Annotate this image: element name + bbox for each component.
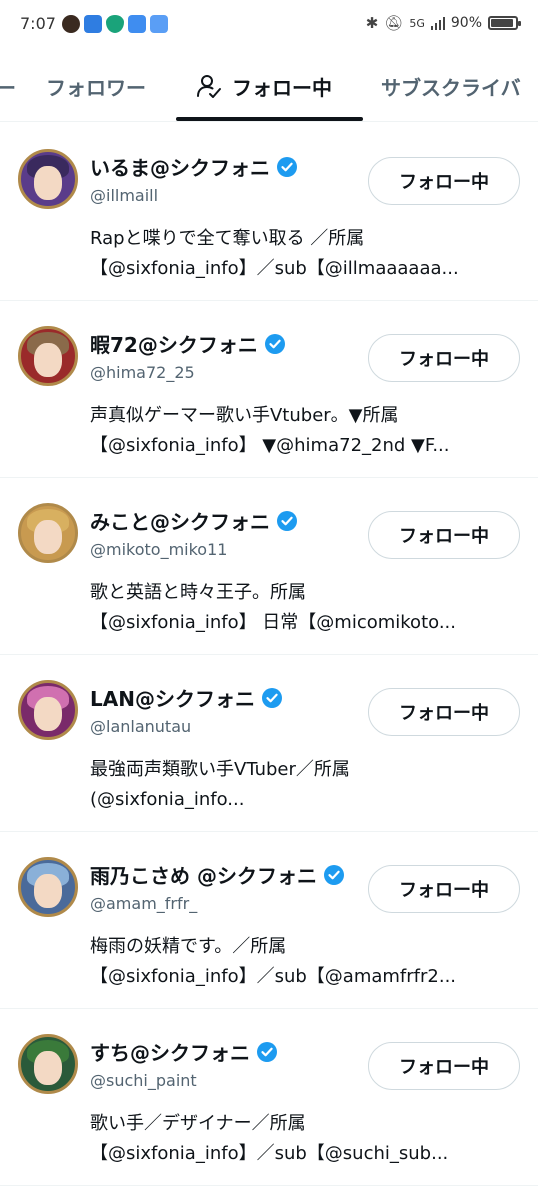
calendar-app-icon <box>150 15 168 33</box>
bluetooth-icon: ✱ <box>365 14 379 32</box>
user-bio: 梅雨の妖精です。／所属 【@sixfonia_info】／sub【@amamfr… <box>90 932 514 992</box>
avatar-face <box>34 520 62 554</box>
display-name[interactable]: LAN@シクフォニ <box>90 683 255 712</box>
status-bar: 7:07 ✱ 🔕︎ 5G 90% <box>0 0 538 50</box>
user-bio: 声真似ゲーマー歌い手Vtuber。▼所属 【@sixfonia_info】 ▼@… <box>90 401 514 461</box>
tab-label: フォロー中 <box>232 75 332 100</box>
user-row[interactable]: 雨乃こさめ @シクフォニ @amam_frfr_ 梅雨の妖精です。／所属 【@s… <box>0 832 538 1009</box>
user-bio: Rapと喋りで全て奪い取る ／所属 【@sixfonia_info】／sub【@… <box>90 224 514 284</box>
user-handle: @suchi_paint <box>90 1071 197 1090</box>
verified-badge-icon <box>277 510 297 531</box>
bio-line: 【@sixfonia_info】／sub【@illmaaaaaa... <box>90 258 459 279</box>
battery-fill <box>491 19 513 27</box>
name-row: LAN@シクフォニ <box>90 683 283 712</box>
avatar-face <box>34 697 62 731</box>
user-row[interactable]: すち@シクフォニ @suchi_paint 歌い手／デザイナー／所属 【@six… <box>0 1009 538 1186</box>
bio-line: 歌い手／デザイナー／所属 <box>90 1113 306 1134</box>
name-row: 暇72@シクフォニ <box>90 329 286 358</box>
bio-line: 声真似ゲーマー歌い手Vtuber。▼所属 <box>90 405 399 426</box>
tab-label: ー <box>0 75 16 100</box>
bio-line: 【@sixfonia_info】／sub【@amamfrfr2... <box>90 966 457 987</box>
avatar-face <box>34 166 62 200</box>
bio-line: 【@sixfonia_info】／sub【@suchi_sub... <box>90 1143 449 1164</box>
tab-label: サブスクライバ <box>381 75 521 100</box>
bio-line: Rapと喋りで全て奪い取る ／所属 <box>90 228 365 249</box>
bio-line: 最強両声類歌い手VTuber／所属 <box>90 759 350 780</box>
verified-badge-icon <box>264 333 285 354</box>
tab-following[interactable]: フォロー中 <box>196 50 332 122</box>
network-type: 5G <box>409 16 425 30</box>
battery-text: 90% <box>450 15 482 31</box>
following-button[interactable]: フォロー中 <box>368 1042 520 1090</box>
status-time: 7:07 <box>20 14 56 33</box>
shield-app-icon <box>106 15 124 33</box>
avatar[interactable] <box>18 857 78 917</box>
tab-bar: ー フォロワー フォロー中 サブスクライバ <box>0 50 538 122</box>
verified-badge-icon <box>277 156 297 177</box>
battery-icon <box>488 16 521 30</box>
user-row[interactable]: いるま@シクフォニ @illmaill Rapと喋りで全て奪い取る ／所属 【@… <box>0 124 538 301</box>
person-check-icon <box>197 75 221 98</box>
user-handle: @lanlanutau <box>90 717 192 736</box>
name-row: すち@シクフォニ <box>90 1037 278 1066</box>
bio-line: 梅雨の妖精です。／所属 <box>90 936 287 957</box>
active-tab-indicator <box>176 117 363 121</box>
user-bio: 歌と英語と時々王子。所属 【@sixfonia_info】 日常【@micomi… <box>90 578 514 638</box>
following-button[interactable]: フォロー中 <box>368 688 520 736</box>
following-button[interactable]: フォロー中 <box>368 511 520 559</box>
avatar[interactable] <box>18 1034 78 1094</box>
avatar-face <box>34 1051 62 1085</box>
avatar[interactable] <box>18 149 78 209</box>
tab-partial-left[interactable]: ー <box>0 50 16 122</box>
bio-line: 【@sixfonia_info】 日常【@micomikoto... <box>90 612 456 633</box>
notification-icons <box>62 15 168 33</box>
display-name[interactable]: すち@シクフォニ <box>90 1037 250 1066</box>
user-bio: 最強両声類歌い手VTuber／所属 (@sixfonia_info... <box>90 755 514 815</box>
verified-badge-icon <box>257 1041 277 1062</box>
name-row: いるま@シクフォニ <box>90 152 298 181</box>
display-name[interactable]: みこと@シクフォニ <box>90 506 270 535</box>
user-row[interactable]: LAN@シクフォニ @lanlanutau 最強両声類歌い手VTuber／所属 … <box>0 655 538 832</box>
status-right: ✱ 🔕︎ 5G 90% <box>365 14 521 32</box>
avatar-face <box>34 874 62 908</box>
user-handle: @illmaill <box>90 186 159 205</box>
display-name[interactable]: 暇72@シクフォニ <box>90 329 258 358</box>
bio-line: (@sixfonia_info... <box>90 789 245 810</box>
avatar[interactable] <box>18 680 78 740</box>
name-row: 雨乃こさめ @シクフォニ <box>90 860 345 889</box>
tab-label: フォロワー <box>46 75 146 100</box>
avatar-face <box>34 343 62 377</box>
app-icon-a <box>62 15 80 33</box>
user-handle: @mikoto_miko11 <box>90 540 228 559</box>
name-row: みこと@シクフォニ <box>90 506 298 535</box>
verified-badge-icon <box>323 864 344 885</box>
user-handle: @hima72_25 <box>90 363 195 382</box>
tab-subscribers[interactable]: サブスクライバ <box>381 50 521 122</box>
display-name[interactable]: いるま@シクフォニ <box>90 152 270 181</box>
user-row[interactable]: みこと@シクフォニ @mikoto_miko11 歌と英語と時々王子。所属 【@… <box>0 478 538 655</box>
cloud-app-icon <box>128 15 146 33</box>
user-handle: @amam_frfr_ <box>90 894 198 913</box>
tab-followers[interactable]: フォロワー <box>46 50 146 122</box>
avatar[interactable] <box>18 326 78 386</box>
mute-icon: 🔕︎ <box>384 14 404 32</box>
following-button[interactable]: フォロー中 <box>368 865 520 913</box>
avatar[interactable] <box>18 503 78 563</box>
verified-badge-icon <box>261 687 282 708</box>
display-name[interactable]: 雨乃こさめ @シクフォニ <box>90 860 317 889</box>
bio-line: 【@sixfonia_info】 ▼@hima72_2nd ▼F... <box>90 435 450 456</box>
following-button[interactable]: フォロー中 <box>368 334 520 382</box>
bio-line: 歌と英語と時々王子。所属 <box>90 582 306 603</box>
following-button[interactable]: フォロー中 <box>368 157 520 205</box>
signal-icon <box>430 17 445 30</box>
video-app-icon <box>84 15 102 33</box>
user-row[interactable]: 暇72@シクフォニ @hima72_25 声真似ゲーマー歌い手Vtuber。▼所… <box>0 301 538 478</box>
user-bio: 歌い手／デザイナー／所属 【@sixfonia_info】／sub【@suchi… <box>90 1109 514 1169</box>
